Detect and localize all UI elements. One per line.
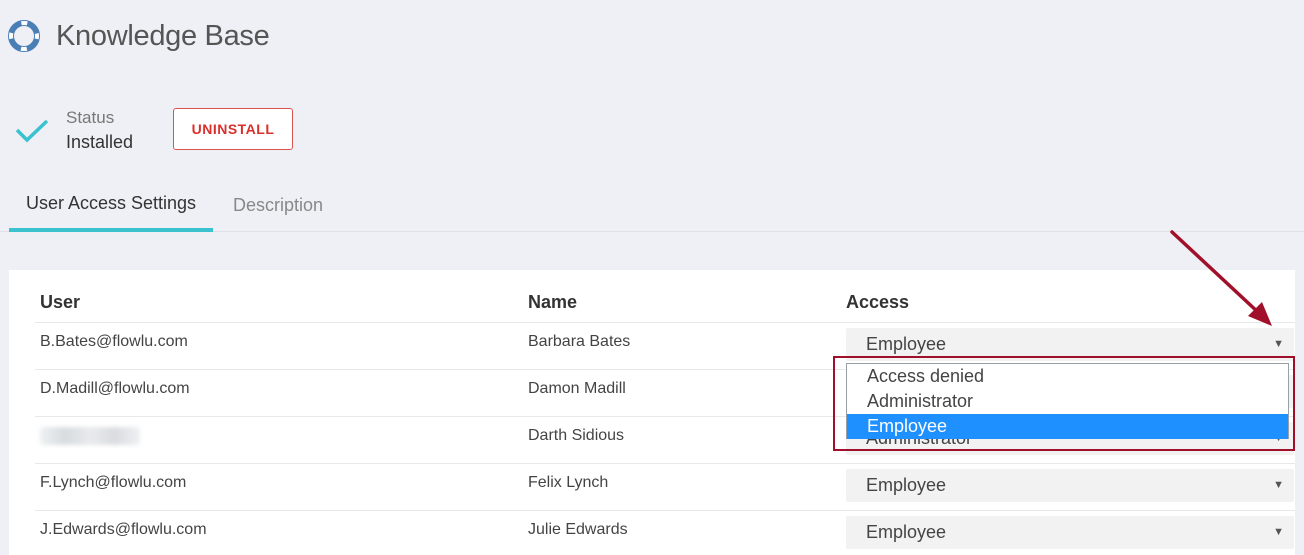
install-status: Status Installed: [14, 106, 133, 154]
status-value: Installed: [66, 132, 134, 152]
user-email: F.Lynch@flowlu.com: [40, 474, 187, 491]
dropdown-option-administrator[interactable]: Administrator: [847, 389, 1288, 414]
user-name: Damon Madill: [528, 380, 626, 397]
access-select[interactable]: Employee ▼: [846, 516, 1294, 549]
user-email: B.Bates@flowlu.com: [40, 333, 188, 350]
checkmark-icon: [15, 119, 49, 143]
tab-user-access-settings[interactable]: User Access Settings: [9, 178, 213, 232]
tab-description[interactable]: Description: [222, 178, 334, 232]
uninstall-button[interactable]: UNINSTALL: [173, 108, 293, 150]
page-header: Knowledge Base: [8, 14, 270, 58]
user-name: Darth Sidious: [528, 427, 625, 444]
table-row: J.Edwards@flowlu.com Julie Edwards Emplo…: [35, 510, 1295, 555]
access-select-value: Employee: [866, 475, 947, 495]
user-name: Felix Lynch: [528, 474, 609, 491]
lifebuoy-icon: [8, 20, 40, 52]
access-dropdown-list: Access denied Administrator Employee: [846, 363, 1289, 439]
column-header-access: Access: [846, 292, 910, 312]
annotation-arrow-icon: [1170, 230, 1272, 326]
access-select[interactable]: Employee ▼: [846, 328, 1294, 361]
user-email: D.Madill@flowlu.com: [40, 380, 190, 397]
access-select[interactable]: Employee ▼: [846, 469, 1294, 502]
table-row: B.Bates@flowlu.com Barbara Bates Employe…: [35, 322, 1295, 369]
user-name: Barbara Bates: [528, 333, 631, 350]
page-title: Knowledge Base: [56, 19, 270, 52]
access-select-value: Employee: [866, 334, 947, 354]
caret-down-icon: ▼: [1273, 526, 1284, 538]
column-header-user: User: [40, 292, 81, 312]
access-select-value: Employee: [866, 522, 947, 542]
user-email: J.Edwards@flowlu.com: [40, 521, 207, 538]
dropdown-option-employee[interactable]: Employee: [847, 414, 1288, 439]
user-email-redacted: [40, 427, 140, 450]
user-name: Julie Edwards: [528, 521, 628, 538]
caret-down-icon: ▼: [1273, 338, 1284, 350]
table-row: F.Lynch@flowlu.com Felix Lynch Employee …: [35, 463, 1295, 510]
dropdown-option-access-denied[interactable]: Access denied: [847, 364, 1288, 389]
caret-down-icon: ▼: [1273, 479, 1284, 491]
column-header-name: Name: [528, 292, 578, 312]
tab-bar: User Access Settings Description: [0, 178, 1304, 232]
status-label: Status: [66, 108, 115, 127]
